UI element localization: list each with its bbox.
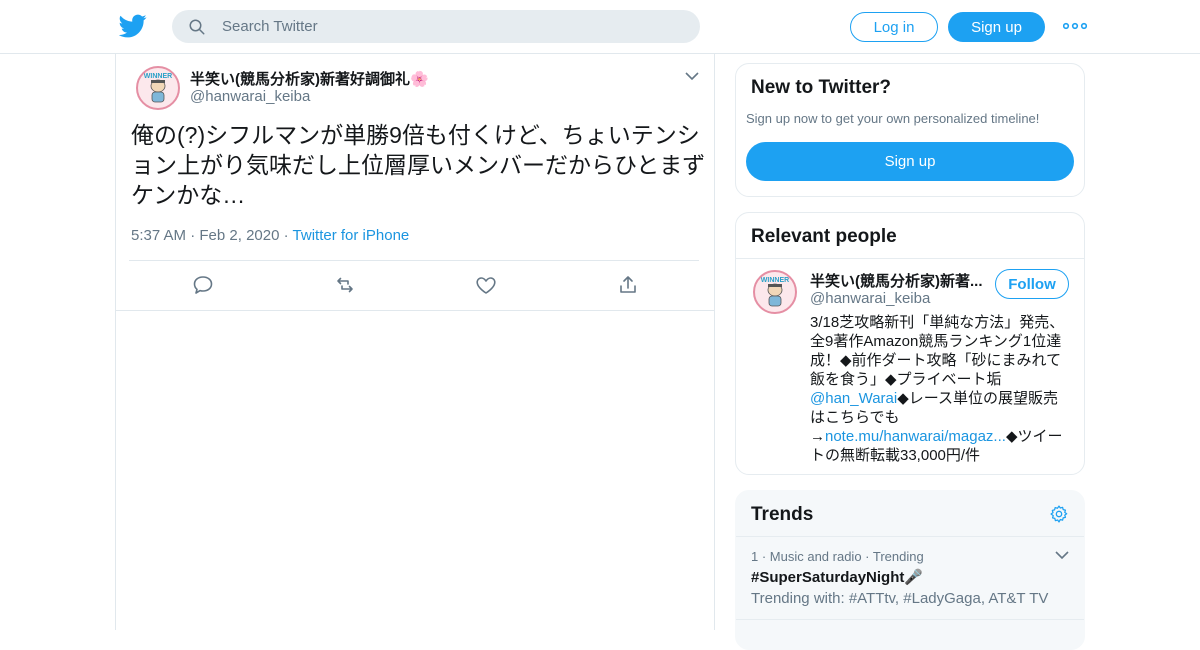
card-subtitle: Sign up now to get your own personalized… — [746, 111, 1040, 126]
trend-meta: 1 · Music and radio · Trending — [751, 549, 924, 564]
search-bar[interactable] — [172, 10, 700, 43]
card-title: Relevant people — [751, 226, 897, 247]
divider — [736, 619, 1084, 620]
follow-button[interactable]: Follow — [995, 269, 1069, 299]
gear-icon[interactable] — [1049, 504, 1069, 524]
reply-icon[interactable] — [191, 273, 215, 297]
horse-mascot-icon: WINNER — [144, 73, 172, 103]
new-to-twitter-card: New to Twitter? Sign up now to get your … — [735, 63, 1085, 197]
tweet-text: 俺の(?)シフルマンが単勝9倍も付くけど、ちょいテンション上がり気味だし上位層厚… — [131, 122, 706, 208]
relevant-people-card: Relevant people WINNER 半笑い(競馬分析家)新著... @… — [735, 212, 1085, 475]
login-button[interactable]: Log in — [850, 12, 938, 42]
trends-card: Trends 1 · Music and radio · Trending #S… — [735, 490, 1085, 650]
bio-url-link[interactable]: note.mu/hanwarai/magaz... — [825, 428, 1006, 445]
like-icon[interactable] — [474, 273, 498, 297]
more-dots-icon[interactable] — [1063, 17, 1087, 35]
chevron-down-icon[interactable] — [1054, 549, 1070, 561]
meta-separator: · — [190, 227, 196, 244]
card-title: New to Twitter? — [751, 77, 892, 98]
avatar[interactable]: WINNER — [753, 270, 797, 314]
top-navigation-bar: Log in Sign up — [0, 0, 1200, 54]
tweet-meta: 5:37 AM · Feb 2, 2020 · Twitter for iPho… — [131, 227, 409, 244]
tweet-author-handle[interactable]: @hanwarai_keiba — [190, 88, 310, 105]
tweet-column: WINNER 半笑い(競馬分析家)新著好調御礼🌸 @hanwarai_keiba… — [115, 54, 715, 630]
horse-mascot-icon: WINNER — [761, 277, 789, 307]
divider — [116, 310, 714, 311]
divider — [736, 258, 1084, 259]
retweet-icon[interactable] — [333, 273, 357, 297]
chevron-down-icon[interactable] — [684, 70, 700, 82]
twitter-bird-icon[interactable] — [119, 12, 147, 40]
share-icon[interactable] — [616, 273, 640, 297]
signup-button[interactable]: Sign up — [948, 12, 1045, 42]
divider — [736, 536, 1084, 537]
search-input[interactable] — [222, 10, 682, 43]
signup-card-button[interactable]: Sign up — [746, 142, 1074, 181]
meta-separator: · — [283, 227, 289, 244]
person-handle[interactable]: @hanwarai_keiba — [810, 290, 930, 307]
divider — [129, 260, 699, 261]
svg-text:WINNER: WINNER — [144, 73, 172, 80]
bio-mention-link[interactable]: @han_Warai — [810, 390, 897, 407]
svg-text:WINNER: WINNER — [761, 277, 789, 284]
person-name[interactable]: 半笑い(競馬分析家)新著... — [810, 270, 990, 291]
avatar[interactable]: WINNER — [136, 66, 180, 110]
tweet-time[interactable]: 5:37 AM — [131, 227, 186, 244]
bio-text: 3/18芝攻略新刊「単純な方法」発売、全9著作Amazon競馬ランキング1位達成… — [810, 314, 1065, 388]
tweet-author-name[interactable]: 半笑い(競馬分析家)新著好調御礼🌸 — [190, 68, 429, 89]
trend-name[interactable]: #SuperSaturdayNight🎤 — [751, 568, 923, 586]
tweet-source-link[interactable]: Twitter for iPhone — [293, 227, 410, 244]
tweet-date[interactable]: Feb 2, 2020 — [199, 227, 279, 244]
card-title: Trends — [751, 504, 814, 525]
tweet-actions — [116, 273, 716, 299]
search-icon — [189, 19, 205, 35]
person-bio: 3/18芝攻略新刊「単純な方法」発売、全9著作Amazon競馬ランキング1位達成… — [810, 313, 1068, 465]
trend-with: Trending with: #ATTtv, #LadyGaga, AT&T T… — [751, 590, 1049, 607]
